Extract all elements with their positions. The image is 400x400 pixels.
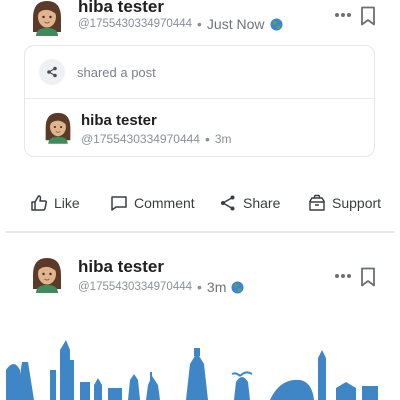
shared-time: 3m (214, 132, 232, 146)
comment-button[interactable]: Comment (110, 194, 195, 212)
post-handle: @1755430334970444 (78, 281, 193, 293)
shared-label: shared a post (77, 65, 156, 80)
like-label: Like (54, 195, 80, 211)
comment-icon (111, 196, 127, 211)
post-handle: @1755430334970444 (78, 18, 193, 30)
avatar[interactable] (30, 0, 64, 36)
meta-separator: • (197, 279, 202, 295)
shared-meta: @1755430334970444 • 3m (81, 131, 232, 147)
support-button[interactable]: Support (308, 194, 381, 212)
post-time: 3m (206, 279, 227, 295)
more-icon[interactable] (334, 273, 352, 279)
post-meta: @1755430334970444 • 3m (78, 279, 244, 295)
avatar[interactable] (30, 255, 64, 293)
feed-divider (6, 231, 394, 233)
post-meta: @1755430334970444 • Just Now (78, 16, 283, 32)
comment-label: Comment (134, 195, 195, 211)
post-author-name[interactable]: hiba tester (78, 257, 164, 277)
shared-header: shared a post (25, 46, 374, 99)
share-button[interactable]: Share (219, 194, 280, 212)
shared-post-card[interactable]: shared a post hiba tester @1755430334970… (24, 45, 375, 157)
support-label: Support (332, 195, 382, 211)
meta-separator: • (197, 16, 202, 32)
share-icon (221, 195, 235, 211)
share-label: Share (243, 195, 281, 211)
shared-author-name[interactable]: hiba tester (81, 112, 157, 129)
avatar[interactable] (43, 110, 73, 144)
shared-handle: @1755430334970444 (81, 132, 200, 146)
more-icon[interactable] (334, 12, 352, 18)
like-button[interactable]: Like (30, 194, 80, 212)
post-action-bar: Like Comment Share Support (0, 186, 400, 220)
post-author-name[interactable]: hiba tester (78, 0, 164, 17)
globe-icon (270, 18, 282, 30)
support-icon (308, 194, 326, 211)
share-icon (39, 59, 65, 85)
post-image-skyline[interactable] (0, 330, 400, 400)
like-icon (31, 195, 47, 211)
globe-icon (231, 281, 244, 293)
bookmark-icon[interactable] (360, 267, 376, 287)
post-time: Just Now (206, 16, 265, 32)
bookmark-icon[interactable] (360, 6, 376, 26)
meta-separator: • (204, 131, 210, 147)
